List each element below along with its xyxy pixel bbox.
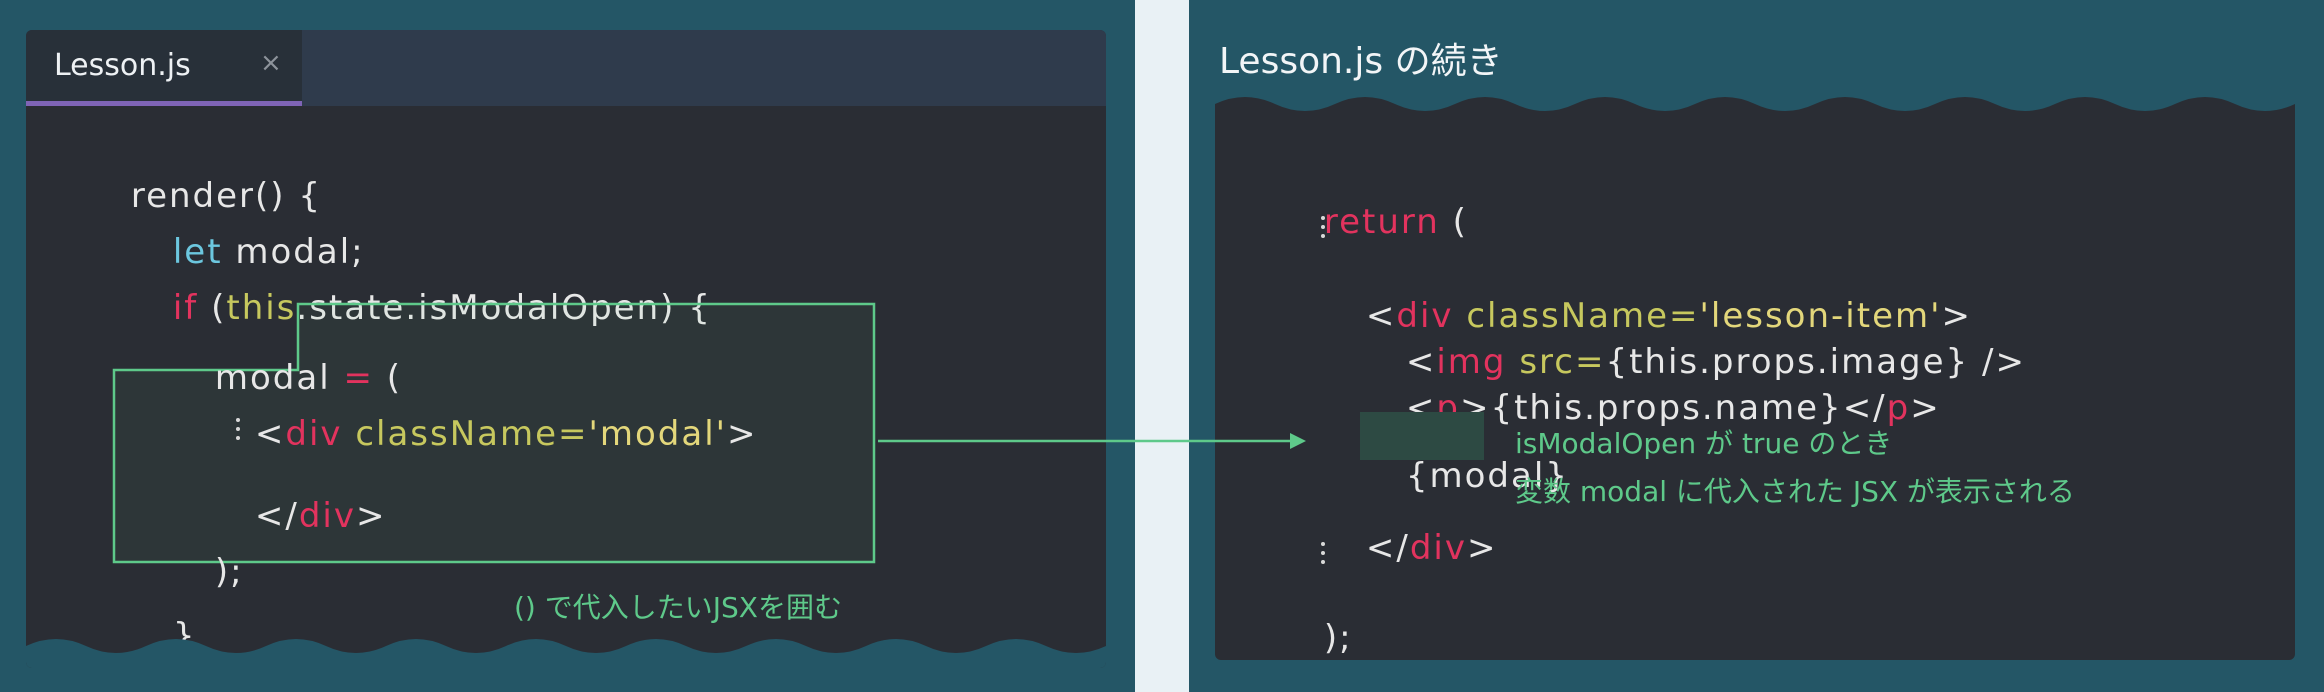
code-text: > [1466, 528, 1498, 568]
annotation-note: () で代入したいJSXを囲む [514, 591, 842, 624]
tab-label: Lesson.js [54, 48, 191, 83]
ellipsis-icon [1321, 216, 1327, 243]
tab-active-indicator [26, 101, 302, 106]
close-icon[interactable]: × [260, 48, 282, 78]
right-panel: Lesson.js の続き return ( <div className='l… [1189, 0, 2324, 692]
annotation-line-1: isModalOpen が true のとき [1515, 427, 1893, 460]
code-text: ); [1323, 618, 1353, 658]
code-text: > [1910, 388, 1941, 428]
code-text: < [254, 414, 286, 454]
tab-bar: Lesson.js × [26, 30, 1106, 106]
tag-name: div [285, 414, 343, 454]
code-text: > [727, 414, 758, 454]
code-editor: Lesson.js × render() { let modal; if (th… [26, 30, 1106, 668]
code-text: ( [1439, 202, 1468, 242]
code-text: ); [214, 552, 244, 592]
tag-name: div [1409, 528, 1467, 568]
keyword-return: return [1323, 202, 1440, 242]
code-text: </ [1365, 528, 1410, 568]
ellipsis-icon [1321, 542, 1327, 569]
code-text: > [355, 496, 387, 536]
left-panel: Lesson.js × render() { let modal; if (th… [0, 0, 1135, 692]
annotation-line-2: 変数 modal に代入された JSX が表示される [1515, 475, 2075, 508]
tag-name: div [298, 496, 356, 536]
ellipsis-icon [236, 418, 242, 445]
wave-edge [26, 639, 1106, 668]
code-text: </ [254, 496, 299, 536]
wave-edge [1215, 90, 2295, 111]
attribute: className= [342, 414, 589, 454]
string: 'modal' [588, 414, 728, 454]
code-line-7: ); [1247, 578, 1353, 660]
tab-lesson-js[interactable]: Lesson.js × [26, 30, 302, 106]
code-editor-continued: return ( <div className='lesson-item'> <… [1215, 90, 2295, 660]
panel-title: Lesson.js の続き [1219, 41, 1503, 82]
